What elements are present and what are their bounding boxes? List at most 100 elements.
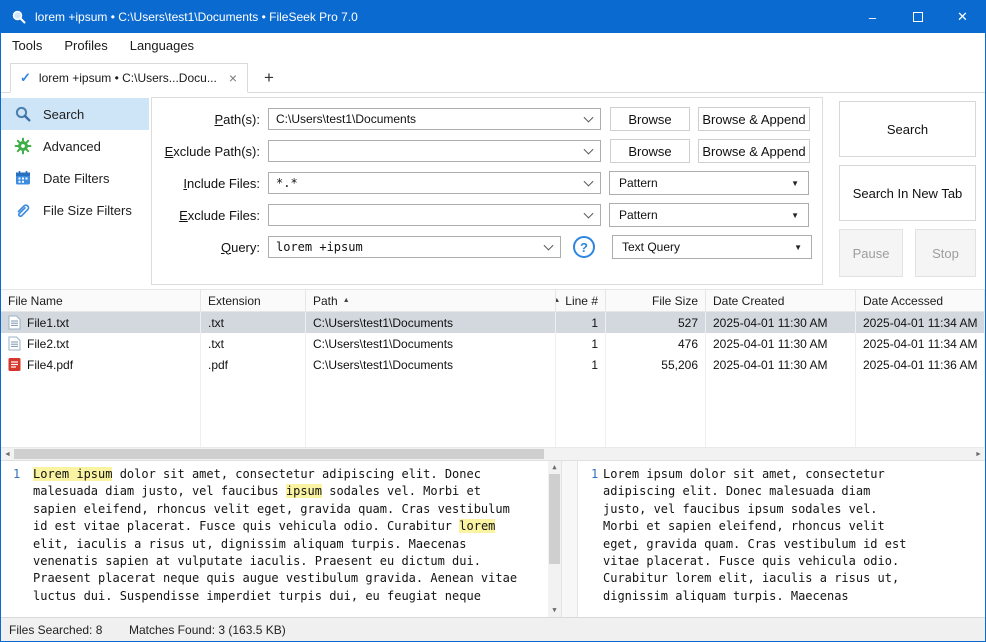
maximize-button[interactable] <box>895 1 940 33</box>
query-mode-value: Text Query <box>622 240 680 254</box>
preview-vertical-scrollbar[interactable]: ▲ ▼ <box>548 461 561 617</box>
calendar-icon <box>14 169 32 187</box>
minimize-button[interactable]: – <box>850 1 895 33</box>
tab-active-search[interactable]: ✓ lorem +ipsum • C:\Users...Docu... × <box>10 63 248 93</box>
browse-append-exclude-paths-button[interactable]: Browse & Append <box>698 139 810 163</box>
results-header: File Name Extension Path▲▲Line # File Size D… <box>1 290 985 312</box>
include-files-row: Include Files: *.* Pattern ▼ <box>162 171 812 195</box>
cell-line: 1 <box>556 333 606 354</box>
column-header-line[interactable]: ▲Line # <box>556 290 606 311</box>
line-number: 1 <box>1 466 33 617</box>
paths-row: Path(s): C:\Users\test1\Documents Browse… <box>162 107 812 131</box>
pause-stop-row: Pause Stop <box>839 229 976 277</box>
close-icon: ✕ <box>957 9 968 25</box>
dropdown-arrow-icon: ▼ <box>791 179 799 188</box>
query-mode-dropdown[interactable]: Text Query ▼ <box>612 235 812 259</box>
horizontal-scroll-thumb[interactable] <box>14 449 544 459</box>
results-horizontal-scrollbar[interactable]: ◄ ► <box>1 447 985 460</box>
query-label: Query: <box>162 240 268 255</box>
column-label: Date Created <box>713 294 784 308</box>
close-button[interactable]: ✕ <box>940 1 985 33</box>
tab-close-icon[interactable]: × <box>229 70 237 86</box>
cell-extension: .pdf <box>201 354 306 375</box>
cell-line: 1 <box>556 354 606 375</box>
sidebar-item-advanced[interactable]: Advanced <box>1 130 149 162</box>
column-label: Extension <box>208 294 261 308</box>
browse-append-paths-button[interactable]: Browse & Append <box>698 107 810 131</box>
browse-paths-button[interactable]: Browse <box>610 107 690 131</box>
cell-extension: .txt <box>201 312 306 333</box>
window-controls: – ✕ <box>850 1 985 33</box>
chevron-down-icon <box>584 209 594 219</box>
tab-label: lorem +ipsum • C:\Users...Docu... <box>39 71 217 85</box>
column-label: File Size <box>652 294 698 308</box>
menu-item-tools[interactable]: Tools <box>1 33 53 59</box>
new-tab-button[interactable]: + <box>254 63 284 93</box>
preview-left-text: Lorem ipsum dolor sit amet, consectetur … <box>33 466 521 617</box>
exclude-files-mode-value: Pattern <box>619 208 658 222</box>
vertical-scroll-thumb[interactable] <box>549 474 560 564</box>
table-empty-area <box>1 375 985 447</box>
query-combobox[interactable]: lorem +ipsum <box>268 236 561 258</box>
chevron-down-icon <box>544 241 554 251</box>
sidebar-item-label: Date Filters <box>43 171 109 186</box>
sidebar-item-search[interactable]: Search <box>1 98 149 130</box>
results-table: File Name Extension Path▲▲Line # File Size D… <box>1 289 985 447</box>
tab-bar: ✓ lorem +ipsum • C:\Users...Docu... × + <box>1 59 985 93</box>
column-header-date-created[interactable]: Date Created <box>706 290 856 311</box>
scroll-down-icon[interactable]: ▼ <box>548 604 561 617</box>
sidebar-item-file-size-filters[interactable]: File Size Filters <box>1 194 149 226</box>
include-files-mode-value: Pattern <box>619 176 658 190</box>
paths-value: C:\Users\test1\Documents <box>276 112 416 126</box>
exclude-files-label: Exclude Files: <box>162 208 268 223</box>
paths-combobox[interactable]: C:\Users\test1\Documents <box>268 108 601 130</box>
maximize-icon <box>913 12 923 22</box>
browse-exclude-paths-button[interactable]: Browse <box>610 139 690 163</box>
preview-right-text: Lorem ipsum dolor sit amet, consectetur … <box>603 466 915 617</box>
sidebar: Search Advanced Date Filters File Size Filt… <box>1 93 149 289</box>
minimize-icon: – <box>869 10 876 25</box>
title-bar: lorem +ipsum • C:\Users\test1\Documents … <box>1 1 985 33</box>
column-header-extension[interactable]: Extension <box>201 290 306 311</box>
table-row[interactable]: File2.txt.txtC:\Users\test1\Documents147… <box>1 333 985 354</box>
column-header-file-size[interactable]: File Size <box>606 290 706 311</box>
sidebar-item-date-filters[interactable]: Date Filters <box>1 162 149 194</box>
table-row[interactable]: File1.txt.txtC:\Users\test1\Documents152… <box>1 312 985 333</box>
preview-pane-file: 1 Lorem ipsum dolor sit amet, consectetu… <box>578 461 985 617</box>
include-files-mode-dropdown[interactable]: Pattern ▼ <box>609 171 809 195</box>
scroll-left-icon[interactable]: ◄ <box>1 448 14 460</box>
app-logo-icon <box>11 9 27 25</box>
exclude-files-mode-dropdown[interactable]: Pattern ▼ <box>609 203 809 227</box>
exclude-files-combobox[interactable] <box>268 204 601 226</box>
search-match-highlight: ipsum <box>286 484 322 498</box>
results-body: File1.txt.txtC:\Users\test1\Documents152… <box>1 312 985 447</box>
scroll-up-icon[interactable]: ▲ <box>548 461 561 474</box>
paperclip-icon <box>14 201 32 219</box>
help-icon: ? <box>580 240 588 255</box>
scroll-right-icon[interactable]: ► <box>972 448 985 460</box>
query-help-button[interactable]: ? <box>573 236 595 258</box>
sidebar-item-label: Advanced <box>43 139 101 154</box>
stop-button[interactable]: Stop <box>915 229 976 277</box>
preview-splitter[interactable] <box>561 461 578 617</box>
menu-item-languages[interactable]: Languages <box>119 33 205 59</box>
cell-date-created: 2025-04-01 11:30 AM <box>706 333 856 354</box>
chevron-down-icon <box>584 113 594 123</box>
status-bar: Files Searched: 8 Matches Found: 3 (163.… <box>1 617 985 641</box>
column-header-date-accessed[interactable]: Date Accessed <box>856 290 985 311</box>
table-row[interactable]: File4.pdf.pdfC:\Users\test1\Documents155… <box>1 354 985 375</box>
app-window: lorem +ipsum • C:\Users\test1\Documents … <box>0 0 986 642</box>
include-files-combobox[interactable]: *.* <box>268 172 601 194</box>
column-header-path[interactable]: Path▲ <box>306 290 556 311</box>
files-searched-status: Files Searched: 8 <box>9 623 129 637</box>
search-match-highlight: lorem <box>459 519 495 533</box>
menu-item-profiles[interactable]: Profiles <box>53 33 118 59</box>
column-header-file-name[interactable]: File Name <box>1 290 201 311</box>
cell-file-name: File1.txt <box>1 312 201 333</box>
exclude-paths-combobox[interactable] <box>268 140 601 162</box>
txt-file-icon <box>8 315 21 330</box>
dropdown-arrow-icon: ▼ <box>794 243 802 252</box>
search-in-new-tab-button[interactable]: Search In New Tab <box>839 165 976 221</box>
pause-button[interactable]: Pause <box>839 229 903 277</box>
search-button[interactable]: Search <box>839 101 976 157</box>
